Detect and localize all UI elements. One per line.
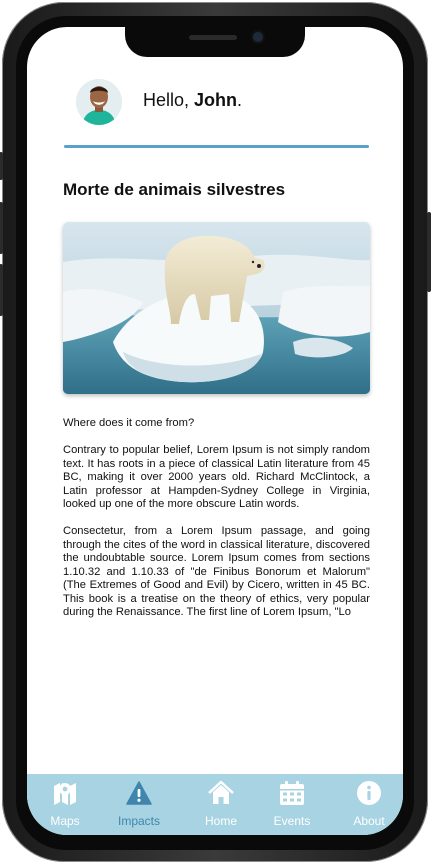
user-name: John	[194, 90, 238, 110]
greeting-prefix: Hello,	[143, 90, 195, 110]
tab-label: Events	[273, 814, 311, 828]
volume-up-button	[0, 202, 3, 254]
volume-down-button	[0, 264, 3, 316]
article-paragraph: Consectetur, from a Lorem Ipsum passage,…	[63, 525, 370, 618]
tab-impacts[interactable]: Impacts	[107, 774, 171, 835]
avatar[interactable]	[76, 79, 122, 125]
header-divider	[64, 145, 369, 148]
article-body: Where does it come from? Contrary to pop…	[63, 417, 370, 633]
tab-label: Impacts	[117, 814, 160, 828]
power-button	[427, 212, 431, 292]
tab-home[interactable]: Home	[189, 774, 253, 835]
tab-label: About	[353, 814, 385, 828]
map-icon	[54, 783, 76, 805]
greeting: Hello, John.	[143, 90, 242, 111]
bottom-tab-bar: Maps Impacts Home Events About	[27, 774, 403, 835]
header: Hello, John.	[27, 72, 403, 142]
article-image	[63, 222, 370, 394]
article-title: Morte de animais silvestres	[63, 180, 286, 199]
tab-events[interactable]: Events	[260, 774, 324, 835]
tab-maps[interactable]: Maps	[33, 774, 97, 835]
tab-about[interactable]: About	[337, 774, 401, 835]
app-screen: Hello, John. Morte de animais silvestres	[27, 27, 403, 835]
speaker-grille	[189, 35, 237, 40]
warning-icon	[126, 781, 152, 805]
calendar-icon	[280, 781, 304, 805]
greeting-suffix: .	[237, 90, 243, 110]
article-paragraph: Contrary to popular belief, Lorem Ipsum …	[63, 444, 370, 510]
home-icon	[208, 780, 234, 804]
phone-notch	[125, 27, 305, 57]
front-camera	[253, 32, 263, 42]
tab-label: Maps	[50, 814, 80, 828]
article-paragraph: Where does it come from?	[63, 417, 195, 429]
mute-switch	[0, 152, 3, 180]
info-icon	[357, 781, 381, 805]
tab-label: Home	[204, 814, 237, 828]
